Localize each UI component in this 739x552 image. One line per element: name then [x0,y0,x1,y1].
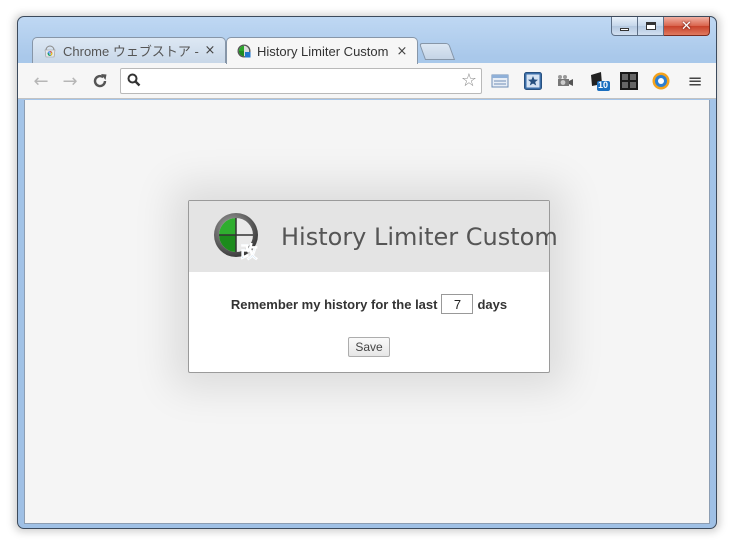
days-label-after: days [477,296,508,312]
history-limiter-icon [237,44,251,58]
reload-button[interactable] [89,70,111,92]
browser-window: ✕ Chrome ウェブストア - | × History Limiter Cu… [17,16,717,529]
bookmark-star-icon[interactable]: ☆ [461,71,477,91]
days-label-before: Remember my history for the last [230,296,438,312]
camera-icon[interactable] [556,72,574,90]
panel-icon[interactable] [491,72,509,90]
logo-badge: 改 [241,242,259,262]
history-days-setting: Remember my history for the last days [189,294,549,314]
hamburger-menu-icon: ≡ [687,70,703,92]
chrome-webstore-icon [44,45,56,57]
tab-close-icon[interactable]: × [395,44,409,59]
tab-history-limiter[interactable]: History Limiter Custom × [226,37,418,64]
close-window-button[interactable]: ✕ [664,17,710,36]
badge-count: 10 [598,80,609,90]
toolbar: ← → ☆ 10 ≡ [18,63,716,99]
search-icon [127,73,141,87]
forward-button[interactable]: → [59,70,81,92]
maximize-button[interactable] [638,17,664,36]
caption-buttons: ✕ [611,17,710,37]
page-content: 改 History Limiter Custom Remember my his… [24,100,710,524]
reload-icon [93,74,107,88]
badge-counter-extension[interactable]: 10 [588,70,610,92]
options-dialog: 改 History Limiter Custom Remember my his… [188,200,558,373]
tab-title: Chrome ウェブストア - | [63,44,203,59]
tab-chrome-webstore[interactable]: Chrome ウェブストア - | × [32,37,226,63]
close-icon: ✕ [681,18,692,34]
tab-title: History Limiter Custom [257,43,389,59]
save-row: Save [189,337,549,357]
back-button[interactable]: ← [30,70,52,92]
maximize-icon [645,22,656,30]
grid-icon[interactable] [620,72,638,90]
bookmark-manager-icon[interactable] [524,72,542,90]
new-tab-button[interactable] [418,43,456,60]
save-button[interactable]: Save [348,337,390,357]
tab-strip: Chrome ウェブストア - | × History Limiter Cust… [26,37,666,64]
dialog-title: History Limiter Custom [281,222,558,251]
tab-close-icon[interactable]: × [203,43,217,58]
minimize-icon [620,27,629,31]
forward-arrow-icon: → [62,70,78,92]
omnibox-input[interactable] [147,71,447,91]
days-input[interactable] [441,294,474,314]
dialog-header: 改 History Limiter Custom [189,201,558,272]
omnibox[interactable]: ☆ [120,68,482,94]
gear-extension-icon[interactable] [651,71,671,91]
history-limiter-logo-icon: 改 [214,212,259,262]
minimize-button[interactable] [611,17,638,36]
back-arrow-icon: ← [33,70,49,92]
chrome-menu-button[interactable]: ≡ [684,70,706,92]
